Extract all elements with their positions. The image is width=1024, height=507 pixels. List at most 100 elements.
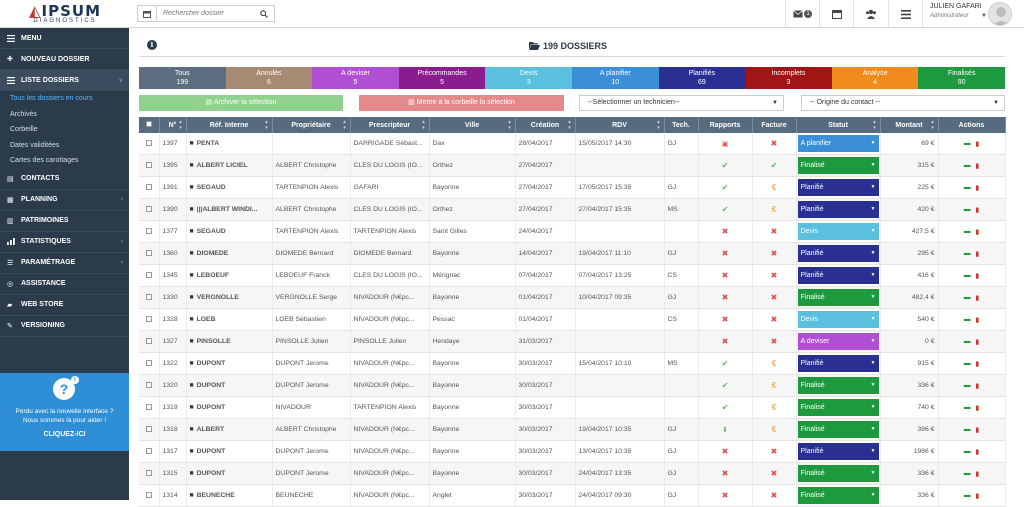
status-select[interactable]: Finalisé ▼: [797, 289, 879, 306]
cross-icon[interactable]: ✖: [771, 491, 778, 500]
cross-icon[interactable]: ✖: [771, 139, 778, 148]
row-checkbox[interactable]: [145, 183, 152, 190]
col-header-creation[interactable]: Création: [515, 117, 576, 133]
lock-icon[interactable]: ▣: [722, 141, 729, 148]
archive-icon[interactable]: ▬: [964, 140, 971, 148]
table-row[interactable]: 1360 ■ DIOMEDE DIOMEDE Bernard DIOMEDE Berna…: [139, 242, 1006, 265]
status-select[interactable]: Finalisé ▼: [797, 399, 879, 416]
archive-icon[interactable]: ▬: [964, 184, 971, 192]
sidebar-item-contacts[interactable]: ▤ CONTACTS: [0, 169, 129, 190]
ref-link[interactable]: DUPONT: [197, 360, 226, 367]
col-header-rapports[interactable]: Rapports: [698, 117, 753, 133]
ref-link[interactable]: ALBERT LICIEL: [197, 162, 248, 169]
table-row[interactable]: 1317 ■ DUPONT DUPONT Jerome NIVADOUR (N€pc..…: [139, 440, 1006, 463]
status-filter-tab[interactable]: A planifier 10: [571, 67, 659, 89]
select-all-checkbox[interactable]: [145, 121, 152, 127]
archive-icon[interactable]: ▬: [964, 272, 971, 280]
archive-selection-button[interactable]: ▤ Archiver la sélection: [139, 95, 343, 111]
status-filter-tab[interactable]: Annulés 6: [225, 67, 313, 89]
row-checkbox[interactable]: [145, 469, 152, 476]
status-select[interactable]: Finalisé ▼: [797, 487, 879, 504]
archive-icon[interactable]: ▬: [964, 228, 971, 236]
search-icon[interactable]: [257, 9, 271, 18]
trash-icon[interactable]: ▮: [976, 426, 980, 434]
user-menu[interactable]: JULIEN GAFARI Administrateur ▼: [922, 0, 1024, 28]
status-select[interactable]: Planifié ▼: [797, 443, 879, 460]
status-select[interactable]: Planifié ▼: [797, 245, 879, 262]
row-checkbox[interactable]: [145, 293, 152, 300]
menu-toggle-button[interactable]: [888, 0, 922, 28]
euro-icon[interactable]: €: [772, 183, 776, 192]
sidebar-item-statistiques[interactable]: STATISTIQUES ‹: [0, 232, 129, 253]
cell-ref[interactable]: ■ LOEB: [186, 308, 273, 331]
status-select[interactable]: Devis ▼: [797, 223, 879, 240]
col-header-rdv[interactable]: RDV: [575, 117, 665, 133]
sidebar-item-parametrage[interactable]: ☰ PARAMÉTRAGE ‹: [0, 253, 129, 274]
archive-icon[interactable]: ▬: [964, 250, 971, 258]
cell-ref[interactable]: ■ DUPONT: [186, 396, 273, 419]
ref-link[interactable]: BEUNECHE: [197, 492, 235, 499]
cell-ref[interactable]: ■ SEGAUD: [186, 176, 273, 199]
select-all-header[interactable]: [139, 117, 160, 133]
cross-icon[interactable]: ✖: [771, 293, 778, 302]
status-select[interactable]: Planifié ▼: [797, 201, 879, 218]
euro-icon[interactable]: €: [772, 403, 776, 412]
trash-icon[interactable]: ▮: [976, 294, 980, 302]
col-header-facture[interactable]: Facture: [752, 117, 797, 133]
row-checkbox[interactable]: [145, 315, 152, 322]
table-row[interactable]: 1327 ■ PINSOLLE PINSOLLE Julien PINSOLLE Jul…: [139, 330, 1006, 353]
status-select[interactable]: Devis ▼: [797, 311, 879, 328]
ref-link[interactable]: SEGAUD: [197, 184, 226, 191]
table-row[interactable]: 1397 ■ PENTA DARRIGADE Sébast... Dax 28/04/20…: [139, 133, 1006, 155]
trash-icon[interactable]: ▮: [976, 206, 980, 214]
ref-link[interactable]: DUPONT: [197, 448, 226, 455]
archive-icon[interactable]: ▬: [964, 338, 971, 346]
cross-icon[interactable]: ✖: [722, 227, 729, 236]
archive-icon[interactable]: ▬: [964, 426, 971, 434]
ref-link[interactable]: DUPONT: [197, 470, 226, 477]
subnav-item-corbeille[interactable]: Corbeille: [0, 122, 129, 138]
sidebar-item-versioning[interactable]: ✎ VERSIONING: [0, 316, 129, 337]
row-checkbox[interactable]: [145, 271, 152, 278]
cell-ref[interactable]: ■ LEBOEUF: [186, 264, 273, 287]
trash-icon[interactable]: ▮: [976, 184, 980, 192]
cell-ref[interactable]: ■ DUPONT: [186, 440, 273, 463]
table-row[interactable]: 1395 ■ ALBERT LICIEL ALBERT Christophe CLES …: [139, 154, 1006, 177]
sidebar-item-nouveau-dossier[interactable]: ✚ NOUVEAU DOSSIER: [0, 49, 129, 70]
archive-icon[interactable]: ▬: [964, 294, 971, 302]
status-filter-tab[interactable]: Devis 3: [485, 67, 572, 89]
cell-ref[interactable]: ■ |||ALBERT WINDI...: [186, 198, 273, 221]
cell-ref[interactable]: ■ ALBERT: [186, 418, 273, 441]
sidebar-item-planning[interactable]: ▦ PLANNING ‹: [0, 190, 129, 211]
trash-icon[interactable]: ▮: [976, 382, 980, 390]
cell-ref[interactable]: ■ PINSOLLE: [186, 330, 273, 353]
sidebar-item-menu[interactable]: MENU: [0, 28, 129, 49]
status-select[interactable]: Planifié ▼: [797, 179, 879, 196]
table-row[interactable]: 1390 ■ |||ALBERT WINDI... ALBERT Christophe…: [139, 198, 1006, 221]
ref-link[interactable]: |||ALBERT WINDI...: [197, 206, 258, 213]
check-icon[interactable]: ✔: [722, 161, 729, 170]
trash-icon[interactable]: ▮: [976, 272, 980, 280]
ref-link[interactable]: DUPONT: [197, 382, 226, 389]
status-filter-tab[interactable]: Incomplets 3: [745, 67, 832, 89]
cross-icon[interactable]: ✖: [722, 315, 729, 324]
table-row[interactable]: 1315 ■ DUPONT DUPONT Jerome NIVADOUR (N€pc..…: [139, 462, 1006, 485]
table-row[interactable]: 1391 ■ SEGAUD TARTENPION Alexis GAFARI Bayonn…: [139, 176, 1006, 199]
sidebar-item-assistance[interactable]: ◎ ASSISTANCE: [0, 274, 129, 295]
row-checkbox[interactable]: [145, 337, 152, 344]
table-row[interactable]: 1318 ■ ALBERT ALBERT Christophe NIVADOUR (N€…: [139, 418, 1006, 441]
cross-icon[interactable]: ✖: [722, 293, 729, 302]
cross-icon[interactable]: ✖: [771, 315, 778, 324]
search-input[interactable]: [157, 6, 257, 21]
cell-ref[interactable]: ■ ALBERT LICIEL: [186, 154, 273, 177]
row-checkbox[interactable]: [145, 403, 152, 410]
archive-icon[interactable]: ▬: [964, 470, 971, 478]
col-header-ville[interactable]: Ville: [429, 117, 516, 133]
row-checkbox[interactable]: [145, 161, 152, 168]
status-filter-tab[interactable]: Précommandes 5: [398, 67, 486, 89]
trash-icon[interactable]: ▮: [976, 360, 980, 368]
row-checkbox[interactable]: [145, 227, 152, 234]
status-filter-tab[interactable]: A deviser 5: [312, 67, 399, 89]
status-select[interactable]: A planifier ▼: [797, 135, 879, 152]
subnav-item-cartes-carottages[interactable]: Cartes des carottages: [0, 153, 129, 169]
